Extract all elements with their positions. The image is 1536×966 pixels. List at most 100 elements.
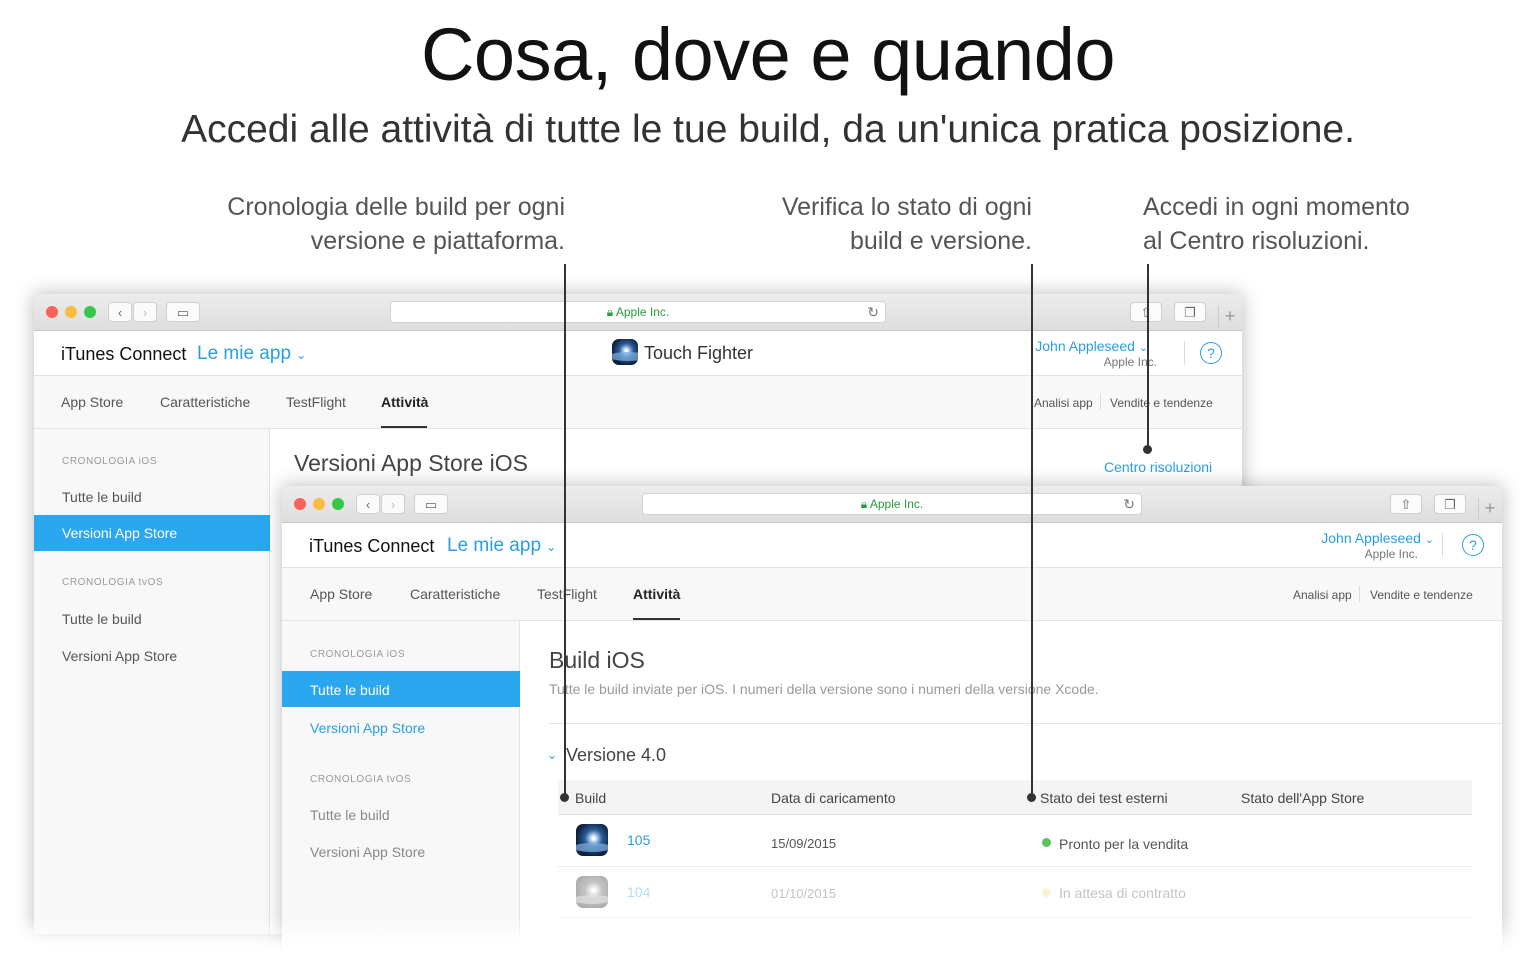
build-number-link[interactable]: 105 xyxy=(627,832,650,848)
upload-date: 01/10/2015 xyxy=(771,886,837,901)
tab-app-analytics[interactable]: Analisi app xyxy=(1034,396,1093,410)
chevron-down-icon[interactable]: ⌄ xyxy=(547,748,557,762)
sidebar: CRONOLOGIA iOS Tutte le build Versioni A… xyxy=(34,429,270,934)
browser-toolbar: ‹ › ▭ 🔒︎ Apple Inc. ↻ ⇧ ❐ + xyxy=(34,294,1242,331)
tab-features[interactable]: Caratteristiche xyxy=(410,586,500,602)
url-text: Apple Inc. xyxy=(615,305,670,319)
divider xyxy=(1100,394,1101,410)
zoom-window-button[interactable] xyxy=(84,306,96,318)
divider xyxy=(1359,586,1360,602)
help-icon[interactable]: ? xyxy=(1200,342,1222,364)
external-test-status: In attesa di contratto xyxy=(1059,885,1186,901)
help-icon[interactable]: ? xyxy=(1462,534,1484,556)
divider xyxy=(1184,341,1185,365)
build-app-icon xyxy=(576,824,608,856)
address-bar[interactable]: 🔒︎ Apple Inc. ↻ xyxy=(642,493,1142,515)
tab-testflight[interactable]: TestFlight xyxy=(286,394,346,410)
zoom-window-button[interactable] xyxy=(332,498,344,510)
itunes-connect-logo[interactable]: iTunes Connect xyxy=(309,536,434,557)
back-arrow-icon[interactable]: ‹ xyxy=(108,302,132,322)
active-tab-indicator xyxy=(633,618,680,620)
reload-icon[interactable]: ↻ xyxy=(1123,494,1135,514)
forward-arrow-icon[interactable]: › xyxy=(133,302,157,322)
tab-app-store[interactable]: App Store xyxy=(310,586,372,602)
itunes-connect-logo[interactable]: iTunes Connect xyxy=(61,344,186,365)
status-ready-icon xyxy=(1042,838,1051,847)
section-tabs: App Store Caratteristiche TestFlight Att… xyxy=(34,376,1242,429)
sidebar: CRONOLOGIA iOS Tutte le build Versioni A… xyxy=(282,621,520,956)
tabs-overview-icon[interactable]: ❐ xyxy=(1174,302,1206,322)
sidebar-toggle-icon[interactable]: ▭ xyxy=(166,302,200,322)
callout-dot xyxy=(1143,445,1152,454)
user-org: Apple Inc. xyxy=(1103,355,1157,369)
new-tab-icon[interactable]: + xyxy=(1478,498,1501,520)
sidebar-item-label: Tutte le build xyxy=(310,682,390,698)
tab-sales-trends[interactable]: Vendite e tendenze xyxy=(1370,588,1473,602)
sidebar-item-tv-app-store-versions[interactable]: Versioni App Store xyxy=(310,844,425,860)
share-icon[interactable]: ⇧ xyxy=(1130,302,1162,322)
callout-resolution-center: Accedi in ogni momento al Centro risoluz… xyxy=(1143,190,1473,258)
resolution-center-link[interactable]: Centro risoluzioni xyxy=(1104,459,1212,475)
table-row[interactable]: 104 01/10/2015 In attesa di contratto xyxy=(558,867,1472,918)
user-name: John Appleseed xyxy=(1035,338,1135,354)
minimize-window-button[interactable] xyxy=(65,306,77,318)
build-number-link[interactable]: 104 xyxy=(627,884,650,900)
sidebar-item-tv-app-store-versions[interactable]: Versioni App Store xyxy=(62,648,177,664)
back-arrow-icon[interactable]: ‹ xyxy=(356,494,380,514)
column-upload-date[interactable]: Data di caricamento xyxy=(771,790,896,806)
chevron-down-icon: ⌄ xyxy=(1424,534,1434,546)
new-tab-icon[interactable]: + xyxy=(1218,306,1241,328)
callout-line: Verifica lo stato di ogni xyxy=(781,193,1032,221)
sidebar-item-tv-all-builds[interactable]: Tutte le build xyxy=(310,807,390,823)
sidebar-item-all-builds[interactable]: Tutte le build xyxy=(282,671,520,707)
reload-icon[interactable]: ↻ xyxy=(867,302,879,322)
user-menu[interactable]: John Appleseed ⌄ xyxy=(1292,530,1434,546)
callout-leader-line xyxy=(1147,264,1149,449)
version-heading[interactable]: Versione 4.0 xyxy=(566,745,666,766)
my-apps-menu[interactable]: Le mie app ⌄ xyxy=(447,535,556,557)
table-row[interactable]: 105 15/09/2015 Pronto per la vendita xyxy=(558,816,1472,867)
close-window-button[interactable] xyxy=(46,306,58,318)
minimize-window-button[interactable] xyxy=(313,498,325,510)
column-external-test-status[interactable]: Stato dei test esterni xyxy=(1040,790,1168,806)
app-header: iTunes Connect Le mie app ⌄ John Applese… xyxy=(282,523,1502,568)
tab-app-analytics[interactable]: Analisi app xyxy=(1293,588,1352,602)
sidebar-item-app-store-versions[interactable]: Versioni App Store xyxy=(310,720,425,736)
address-bar[interactable]: 🔒︎ Apple Inc. ↻ xyxy=(390,301,886,323)
share-icon[interactable]: ⇧ xyxy=(1390,494,1422,514)
column-app-store-status[interactable]: Stato dell'App Store xyxy=(1241,790,1364,806)
bottom-fade xyxy=(0,915,1536,966)
sidebar-toggle-icon[interactable]: ▭ xyxy=(414,494,448,514)
callout-line: Cronologia delle build per ogni xyxy=(227,193,565,221)
tab-features[interactable]: Caratteristiche xyxy=(160,394,250,410)
tab-app-store[interactable]: App Store xyxy=(61,394,123,410)
close-window-button[interactable] xyxy=(294,498,306,510)
tab-testflight[interactable]: TestFlight xyxy=(537,586,597,602)
callout-dot xyxy=(1027,793,1036,802)
lock-icon: 🔒︎ xyxy=(606,305,614,319)
sidebar-item-label: Versioni App Store xyxy=(62,525,178,541)
browser-toolbar: ‹ › ▭ 🔒︎ Apple Inc. ↻ ⇧ ❐ + xyxy=(282,486,1502,523)
callout-line: versione e piattaforma. xyxy=(310,227,565,255)
tab-sales-trends[interactable]: Vendite e tendenze xyxy=(1110,396,1213,410)
sidebar-item-all-builds[interactable]: Tutte le build xyxy=(62,489,142,505)
upload-date: 15/09/2015 xyxy=(771,836,837,851)
section-ios-history: CRONOLOGIA iOS xyxy=(62,456,158,467)
sidebar-item-app-store-versions[interactable]: Versioni App Store xyxy=(34,515,270,551)
section-tvos-history: CRONOLOGIA tvOS xyxy=(310,774,412,785)
divider xyxy=(549,723,1502,724)
forward-arrow-icon[interactable]: › xyxy=(381,494,405,514)
sidebar-item-tv-all-builds[interactable]: Tutte le build xyxy=(62,611,142,627)
front-browser-window: ‹ › ▭ 🔒︎ Apple Inc. ↻ ⇧ ❐ + iTunes Conne… xyxy=(282,486,1502,956)
callout-line: al Centro risoluzioni. xyxy=(1143,227,1370,255)
tab-activity[interactable]: Attività xyxy=(633,586,680,602)
my-apps-menu[interactable]: Le mie app ⌄ xyxy=(197,343,306,365)
callout-build-history: Cronologia delle build per ogni versione… xyxy=(160,190,565,258)
status-waiting-icon xyxy=(1042,888,1051,897)
active-tab-indicator xyxy=(381,426,427,428)
column-build[interactable]: Build xyxy=(575,790,606,806)
tab-activity[interactable]: Attività xyxy=(381,394,428,410)
table-header: Build Data di caricamento Stato dei test… xyxy=(558,780,1472,815)
user-menu[interactable]: John Appleseed ⌄ xyxy=(1024,338,1148,354)
tabs-overview-icon[interactable]: ❐ xyxy=(1434,494,1466,514)
